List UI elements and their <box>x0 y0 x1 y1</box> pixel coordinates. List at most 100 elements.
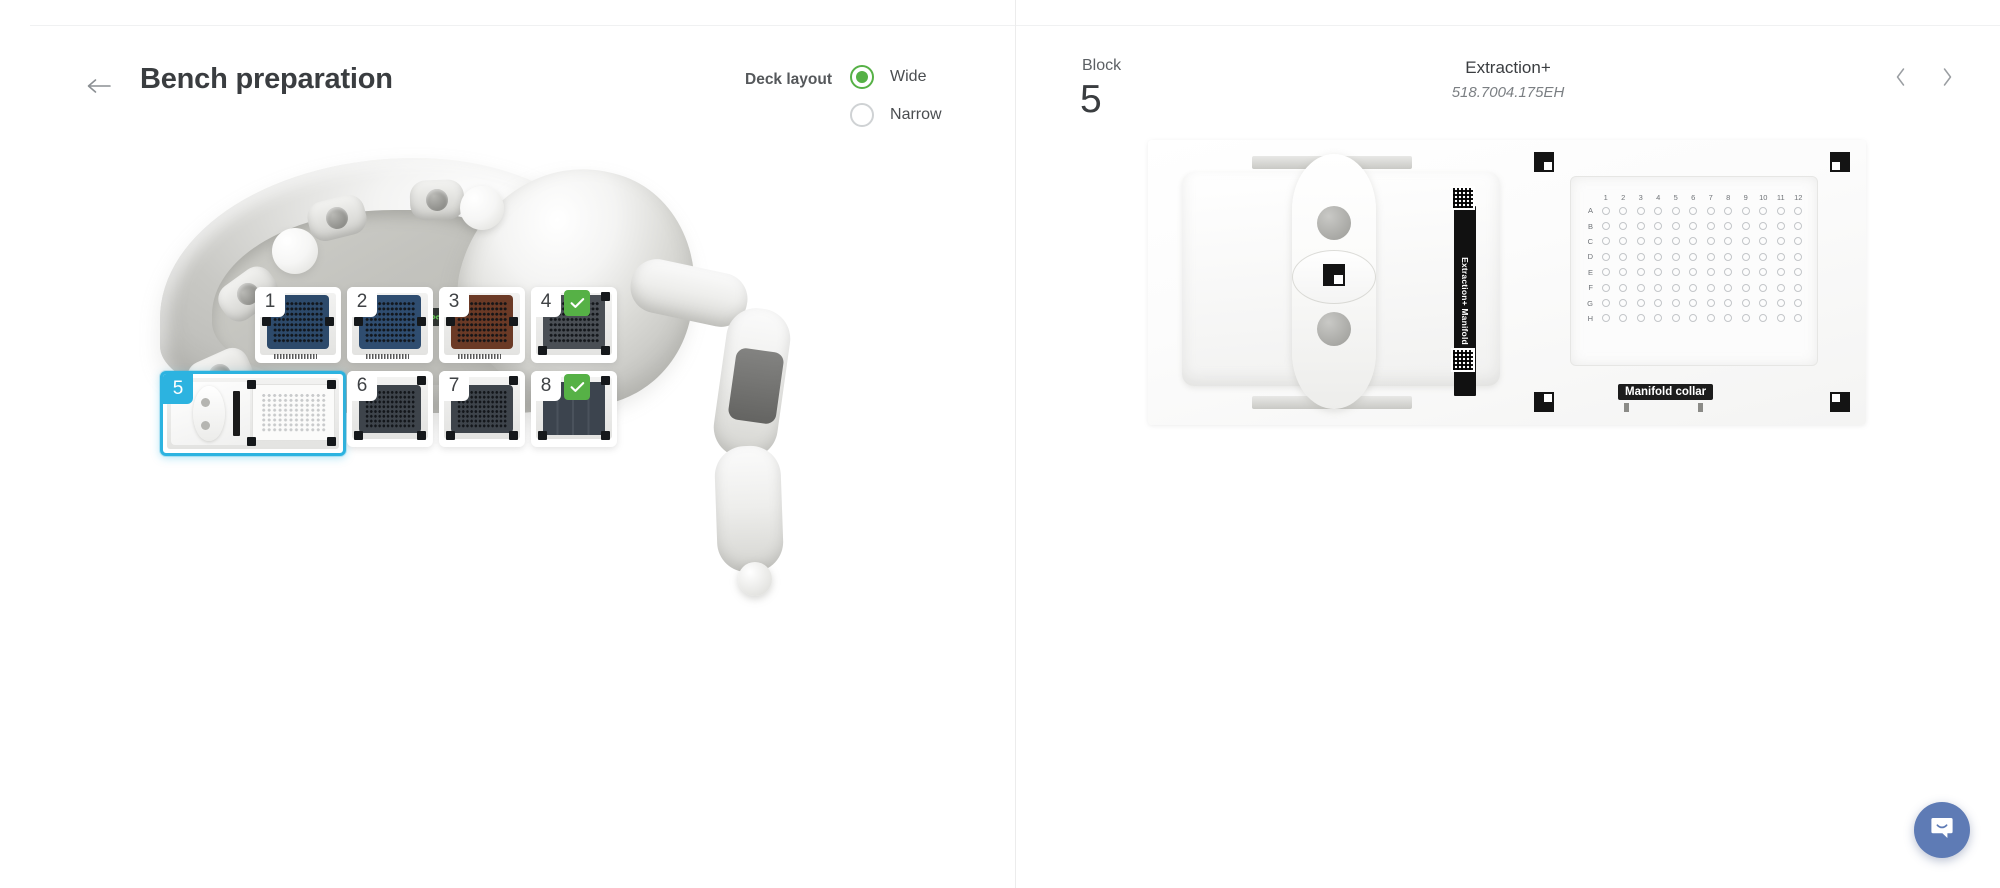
deck-slot-8[interactable]: 8 <box>531 371 617 447</box>
well-H10 <box>1755 314 1773 323</box>
well-B11 <box>1772 222 1790 231</box>
well-F10 <box>1755 283 1773 292</box>
well-plate-row-header: G <box>1587 298 1593 308</box>
well-plate-row: G <box>1587 295 1807 310</box>
next-block-button[interactable] <box>1938 67 1956 90</box>
well-B2 <box>1615 222 1633 231</box>
well-F7 <box>1702 283 1720 292</box>
well-D12 <box>1790 252 1808 261</box>
well-plate-column-header: 11 <box>1776 193 1785 202</box>
well-G9 <box>1737 299 1755 308</box>
chat-bubble-icon <box>1929 815 1955 846</box>
deck-layout-control: Deck layout Wide Narrow <box>745 65 942 127</box>
well-B6 <box>1685 222 1703 231</box>
block-title: Extraction+ <box>1465 58 1551 77</box>
well-B10 <box>1755 222 1773 231</box>
page-title: Bench preparation <box>140 63 393 95</box>
radio-wide[interactable] <box>850 65 875 89</box>
well-H5 <box>1667 314 1685 323</box>
well-D10 <box>1755 252 1773 261</box>
deck-layout-option-narrow[interactable]: Narrow <box>850 103 942 127</box>
well-H12 <box>1790 314 1808 323</box>
qr-code-icon <box>1451 186 1475 210</box>
block-photo: Extraction+ Manifold 1 2 3 4 5 6 7 8 9 1… <box>1148 140 1866 425</box>
well-C1 <box>1597 237 1615 246</box>
well-plate-column-header: 1 <box>1603 193 1608 202</box>
well-C3 <box>1632 237 1650 246</box>
previous-block-button[interactable] <box>1892 67 1910 90</box>
well-plate-column-header: 9 <box>1743 193 1748 202</box>
well-plate-column-header: 4 <box>1656 193 1661 202</box>
well-plate-96: 1 2 3 4 5 6 7 8 9 10 11 12 A B C D E F G H <box>1570 176 1818 366</box>
well-A11 <box>1772 206 1790 215</box>
well-C7 <box>1702 237 1720 246</box>
well-plate-column-header: 3 <box>1638 193 1643 202</box>
well-C2 <box>1615 237 1633 246</box>
block-detail-panel: Block 5 Extraction+ 518.7004.175EH Extra… <box>1016 0 2000 888</box>
fiducial-marker-icon <box>1534 392 1554 412</box>
deck-slot-8-verified-badge <box>564 374 590 400</box>
qr-code-icon <box>1451 348 1475 372</box>
well-A12 <box>1790 206 1808 215</box>
deck-slot-3[interactable]: 3 <box>439 287 525 363</box>
well-B7 <box>1702 222 1720 231</box>
well-E4 <box>1650 268 1668 277</box>
deck-slot-8-number: 8 <box>531 371 561 401</box>
fiducial-marker-icon <box>1534 152 1554 172</box>
well-D11 <box>1772 252 1790 261</box>
deck-slot-5[interactable]: 5 <box>160 371 346 456</box>
well-G4 <box>1650 299 1668 308</box>
well-G7 <box>1702 299 1720 308</box>
well-B3 <box>1632 222 1650 231</box>
deck-visualization: ∾∾ 1 2 3 4 5 6 7 8 <box>0 143 1016 596</box>
deck-slot-4[interactable]: 4 <box>531 287 617 363</box>
well-A6 <box>1685 206 1703 215</box>
deck-slot-6[interactable]: 6 <box>347 371 433 447</box>
well-H8 <box>1720 314 1738 323</box>
well-plate-row-header: A <box>1587 206 1593 216</box>
well-H7 <box>1702 314 1720 323</box>
well-B5 <box>1667 222 1685 231</box>
deck-slot-4-number: 4 <box>531 287 561 317</box>
well-E12 <box>1790 268 1808 277</box>
well-G1 <box>1597 299 1615 308</box>
well-C9 <box>1737 237 1755 246</box>
radio-narrow[interactable] <box>850 103 875 127</box>
well-plate-column-header: 10 <box>1759 193 1768 202</box>
fiducial-marker-icon <box>1830 392 1850 412</box>
well-A7 <box>1702 206 1720 215</box>
well-plate-row-header: B <box>1587 221 1593 231</box>
well-plate-column-header: 8 <box>1726 193 1731 202</box>
collection-plate-image: 1 2 3 4 5 6 7 8 9 10 11 12 A B C D E F G H Manifold collar <box>1528 146 1856 418</box>
block-subtitle: 518.7004.175EH <box>1451 84 1565 101</box>
deck-slot-2[interactable]: 2 <box>347 287 433 363</box>
well-D7 <box>1702 252 1720 261</box>
deck-slot-6-number: 6 <box>347 371 377 401</box>
deck-slot-2-number: 2 <box>347 287 377 317</box>
support-chat-button[interactable] <box>1914 802 1970 858</box>
well-plate-row: D <box>1588 249 1808 264</box>
well-F2 <box>1615 283 1633 292</box>
well-plate-row: H <box>1588 311 1808 326</box>
deck-layout-option-wide[interactable]: Wide <box>850 65 942 89</box>
deck-slot-7[interactable]: 7 <box>439 371 525 447</box>
well-H2 <box>1615 314 1633 323</box>
well-D3 <box>1632 252 1650 261</box>
well-D5 <box>1667 252 1685 261</box>
well-B4 <box>1650 222 1668 231</box>
well-E3 <box>1632 268 1650 277</box>
fiducial-marker-icon <box>1830 152 1850 172</box>
deck-slot-grid: 1 2 3 4 5 6 7 8 <box>0 150 1016 580</box>
deck-slot-1[interactable]: 1 <box>255 287 341 363</box>
arrow-left-icon <box>86 77 112 95</box>
deck-layout-option-wide-label: Wide <box>890 68 927 85</box>
well-plate-column-headers: 1 2 3 4 5 6 7 8 9 10 11 12 <box>1597 193 1807 203</box>
manifold-assembly-image: Extraction+ Manifold <box>1166 150 1518 415</box>
well-A9 <box>1737 206 1755 215</box>
well-F9 <box>1737 283 1755 292</box>
well-E10 <box>1755 268 1773 277</box>
back-button[interactable] <box>82 69 116 103</box>
well-E5 <box>1667 268 1685 277</box>
well-A5 <box>1667 206 1685 215</box>
deck-layout-option-narrow-label: Narrow <box>890 106 942 123</box>
